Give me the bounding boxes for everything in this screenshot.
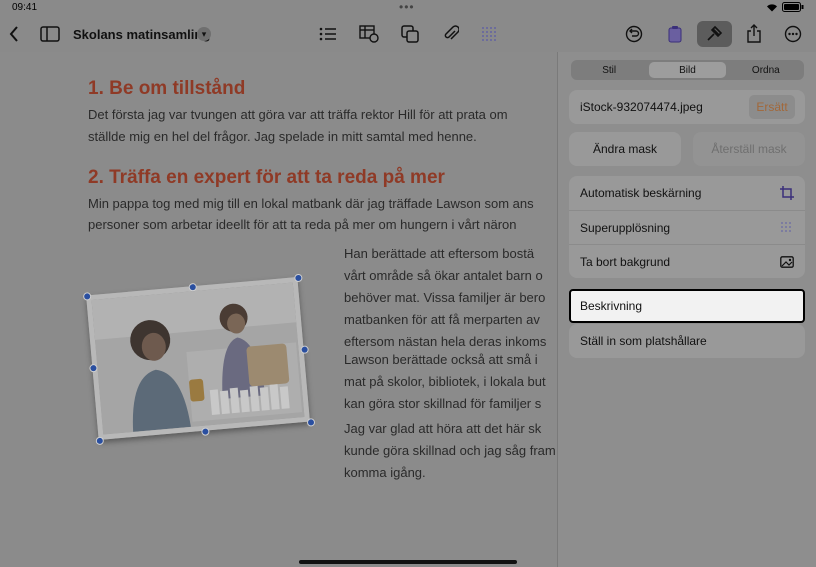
status-time: 09:41 [12,2,38,13]
resolution-icon [779,220,795,236]
document-canvas[interactable]: 1. Be om tillstånd Det första jag var tv… [0,52,557,567]
tab-bild[interactable]: Bild [649,62,726,78]
super-resolution-row[interactable]: Superupplösning [569,210,805,244]
paragraph-line: matbanken för att få merparten av [344,312,540,327]
resize-handle[interactable] [306,418,316,427]
heading-2: 2. Träffa en expert för att ta reda på m… [88,167,445,188]
heading-1: 1. Be om tillstånd [88,78,246,99]
description-label-row: Beskrivning [571,291,803,321]
image-options-card: Automatisk beskärning Superupplösning Ta… [569,176,805,278]
selected-image[interactable] [82,273,316,446]
resize-handle[interactable] [201,427,210,436]
paragraph-line: ställde mig en hel del frågor. Jag spela… [88,129,477,144]
option-label: Automatisk beskärning [580,186,702,200]
resize-handle[interactable] [294,273,303,283]
crop-icon [779,185,795,201]
remove-background-icon [779,254,795,270]
paragraph-line: Han berättade att eftersom bostä [344,246,535,261]
back-icon[interactable] [3,23,25,45]
paragraph-line: vårt område så ökar antalet barn o [344,268,543,283]
paragraph-line: kunde göra skillnad och jag såg fram [344,443,556,458]
format-button[interactable] [697,21,732,47]
grid-icon[interactable] [478,23,500,45]
resize-handle[interactable] [95,436,105,446]
description-row[interactable]: Beskrivning [569,289,805,323]
paragraph-line: behöver mat. Vissa familjer är bero [344,290,546,305]
photo-frame [86,277,310,440]
multitasking-dots[interactable]: ••• [399,0,415,14]
toolbar: Skolans matinsamling ▾ [0,14,816,52]
format-tabs: Stil Bild Ordna [571,60,804,80]
paragraph-line: Lawson berättade också att små i [344,352,538,367]
paragraph-line: Min pappa tog med mig till en lokal matb… [88,196,534,211]
status-bar: 09:41 ••• [0,0,816,14]
wifi-icon [766,3,778,15]
reset-mask-button[interactable]: Återställ mask [693,132,805,166]
tab-stil[interactable]: Stil [571,60,647,80]
undo-icon[interactable] [623,23,645,45]
table-icon[interactable] [358,23,380,45]
resize-handle[interactable] [300,345,309,355]
format-panel: Stil Bild Ordna iStock-932074474.jpeg Er… [557,52,816,567]
more-icon[interactable] [782,23,804,45]
replace-button[interactable]: Ersätt [749,95,795,119]
file-name: iStock-932074474.jpeg [580,100,703,114]
placeholder-label: Ställ in som platshållare [580,334,707,348]
paste-icon[interactable] [664,23,686,45]
format-icon [705,25,723,48]
chevron-down-icon[interactable]: ▾ [197,27,211,41]
tab-ordna[interactable]: Ordna [728,60,804,80]
file-row: iStock-932074474.jpeg Ersätt [569,90,805,124]
shape-icon[interactable] [399,23,421,45]
placeholder-card: Ställ in som platshållare [569,324,805,358]
set-placeholder-row[interactable]: Ställ in som platshållare [569,324,805,358]
option-label: Superupplösning [580,220,671,235]
list-icon[interactable] [317,23,339,45]
option-label: Ta bort bakgrund [580,254,671,269]
attachment-icon[interactable] [440,23,462,45]
home-indicator[interactable] [299,560,517,564]
edit-mask-button[interactable]: Ändra mask [569,132,681,166]
auto-crop-row[interactable]: Automatisk beskärning [569,176,805,210]
paragraph-line: personer som arbetar ideellt för att ta … [88,217,517,232]
description-label: Beskrivning [580,299,643,313]
photo-content [91,282,305,435]
paragraph-line: kan göra stor skillnad för familjer s [344,396,542,411]
share-icon[interactable] [743,23,765,45]
remove-background-row[interactable]: Ta bort bakgrund [569,244,805,278]
file-card: iStock-932074474.jpeg Ersätt [569,90,805,124]
paragraph-line: komma igång. [344,465,426,480]
paragraph-line: mat på skolor, bibliotek, i lokala but [344,374,546,389]
document-title[interactable]: Skolans matinsamling [73,27,210,42]
paragraph-line: Det första jag var tvungen att göra var … [88,107,508,122]
paragraph-line: Jag var glad att höra att det här sk [344,421,542,436]
sidebar-icon[interactable] [39,23,61,45]
